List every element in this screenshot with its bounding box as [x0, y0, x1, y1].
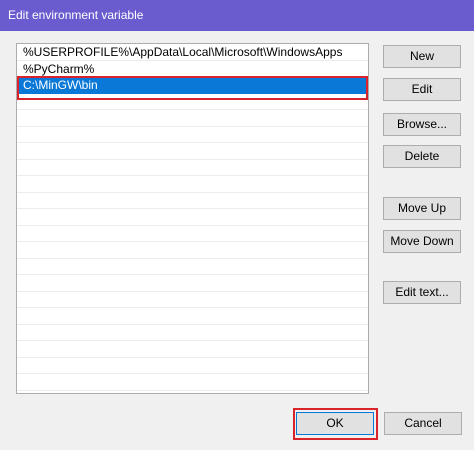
list-item-empty[interactable] — [17, 127, 368, 143]
list-item-empty[interactable] — [17, 110, 368, 127]
list-item[interactable]: %USERPROFILE%\AppData\Local\Microsoft\Wi… — [17, 44, 368, 61]
list-item-empty[interactable] — [17, 292, 368, 308]
edit-text-button[interactable]: Edit text... — [383, 281, 461, 304]
list-item-empty[interactable] — [17, 143, 368, 160]
list-item-empty[interactable] — [17, 275, 368, 292]
edit-button[interactable]: Edit — [383, 78, 461, 101]
list-item-empty[interactable] — [17, 226, 368, 242]
list-item-empty[interactable] — [17, 209, 368, 226]
list-item-empty[interactable] — [17, 94, 368, 110]
cancel-button[interactable]: Cancel — [384, 412, 462, 435]
browse-button[interactable]: Browse... — [383, 113, 461, 136]
list-item-empty[interactable] — [17, 259, 368, 275]
list-item-empty[interactable] — [17, 341, 368, 358]
move-up-button[interactable]: Move Up — [383, 197, 461, 220]
move-down-button[interactable]: Move Down — [383, 230, 461, 253]
window-title: Edit environment variable — [8, 8, 144, 22]
list-item-empty[interactable] — [17, 308, 368, 325]
list-item-empty[interactable] — [17, 325, 368, 341]
title-bar: Edit environment variable — [0, 0, 474, 31]
list-item-empty[interactable] — [17, 242, 368, 259]
list-item[interactable]: %PyCharm% — [17, 61, 368, 77]
delete-button[interactable]: Delete — [383, 145, 461, 168]
new-button[interactable]: New — [383, 45, 461, 68]
list-item-empty[interactable] — [17, 358, 368, 374]
list-item-empty[interactable] — [17, 176, 368, 193]
environment-variable-list[interactable]: %USERPROFILE%\AppData\Local\Microsoft\Wi… — [16, 43, 369, 394]
list-item-selected[interactable]: C:\MinGW\bin — [17, 77, 368, 94]
ok-button[interactable]: OK — [296, 412, 374, 435]
list-item-empty[interactable] — [17, 374, 368, 391]
list-item-empty[interactable] — [17, 193, 368, 209]
list-item-empty[interactable] — [17, 160, 368, 176]
